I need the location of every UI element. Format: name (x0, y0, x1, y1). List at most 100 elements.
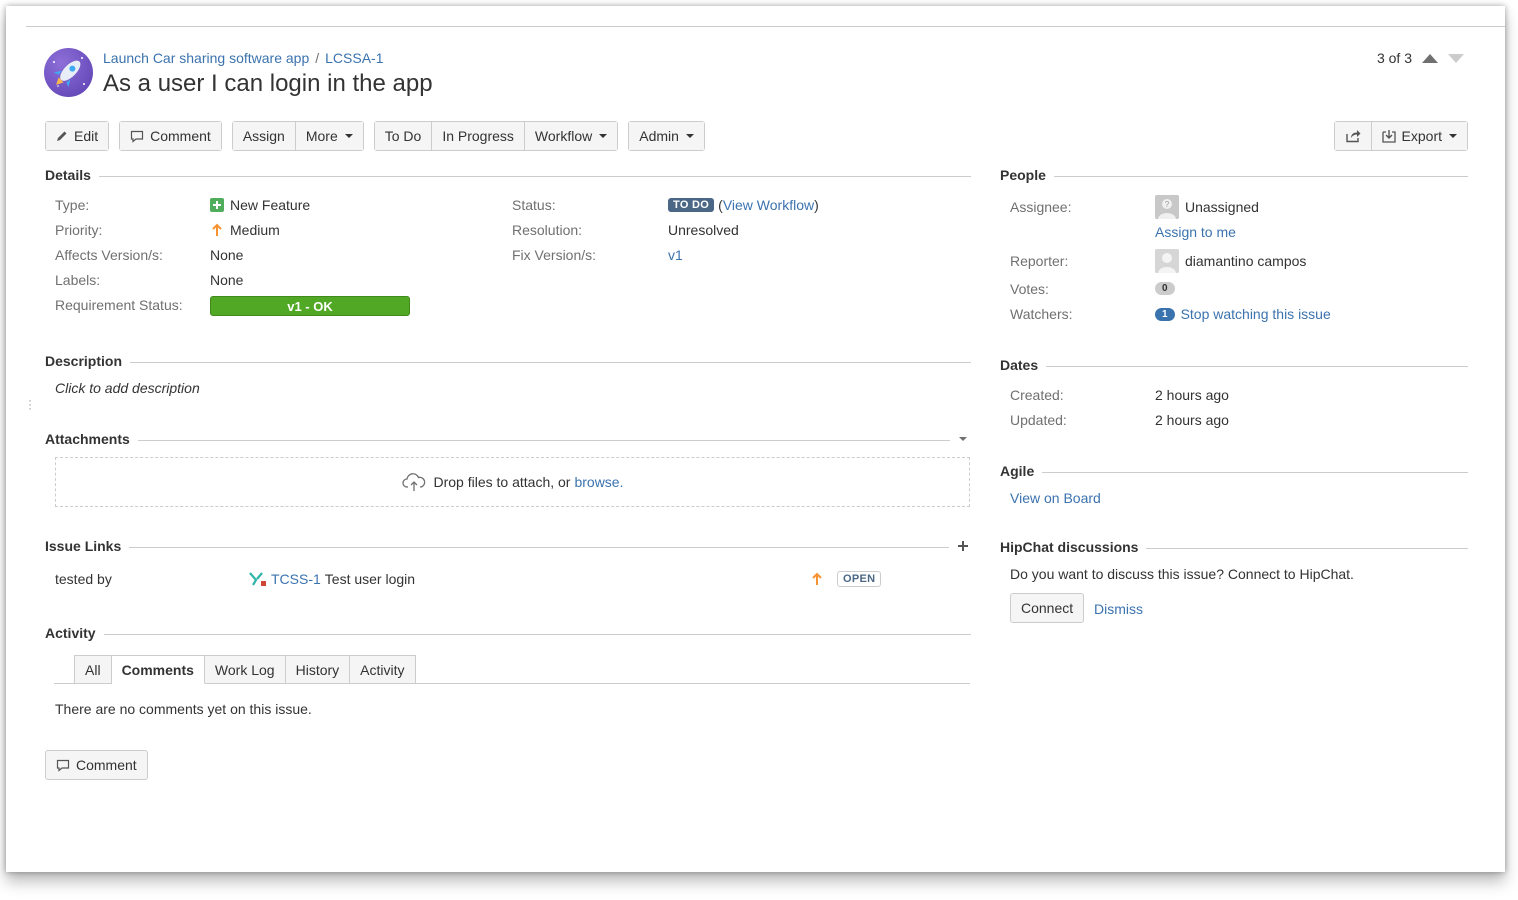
resolution-label: Resolution: (512, 222, 583, 238)
admin-dropdown[interactable]: Admin (629, 122, 704, 150)
todo-button-label: To Do (384, 128, 422, 144)
divider (1046, 365, 1468, 367)
watchers-count-badge[interactable]: 1 (1155, 307, 1175, 321)
assign-button[interactable]: Assign (232, 122, 295, 150)
attachments-module-header[interactable]: Attachments (45, 431, 971, 447)
activity-module-header[interactable]: Activity (45, 625, 971, 641)
fix-version-link[interactable]: v1 (668, 247, 683, 263)
share-icon (1345, 130, 1361, 143)
share-button[interactable] (1334, 122, 1371, 150)
pager-count: 3 of 3 (1376, 50, 1412, 66)
plus-icon[interactable] (957, 540, 969, 552)
hipchat-heading: HipChat discussions (1000, 539, 1139, 555)
tab-history[interactable]: History (285, 655, 351, 684)
labels-value[interactable]: None (210, 272, 243, 288)
chevron-down-icon (1449, 134, 1457, 138)
tab-all[interactable]: All (74, 655, 112, 684)
divider (1042, 471, 1468, 473)
cloud-upload-icon (401, 473, 425, 491)
requirement-status-bar[interactable]: v1 - OK (210, 296, 410, 316)
affects-version-value[interactable]: None (210, 247, 243, 263)
test-case-icon (249, 572, 266, 586)
connect-button[interactable]: Connect (1010, 593, 1085, 623)
admin-group: Admin (628, 121, 705, 151)
toolbar-right: Export (1333, 121, 1468, 151)
agile-module-header[interactable]: Agile (1000, 463, 1468, 479)
paren-close: ) (814, 197, 819, 213)
priority-value[interactable]: Medium (210, 222, 280, 238)
more-dropdown[interactable]: More (294, 122, 363, 150)
votes-label: Votes: (1010, 281, 1049, 297)
attachments-heading: Attachments (45, 431, 130, 447)
view-workflow-link[interactable]: View Workflow (723, 197, 814, 213)
in-progress-button[interactable]: In Progress (431, 122, 524, 150)
chevron-down-icon (344, 134, 353, 138)
tab-work-log[interactable]: Work Log (204, 655, 286, 684)
type-label: Type: (55, 197, 90, 213)
assignee-value[interactable]: ? Unassigned (1155, 195, 1259, 219)
reporter-name: diamantino campos (1185, 253, 1307, 269)
description-module-header[interactable]: Description (45, 353, 971, 369)
updated-label: Updated: (1010, 412, 1067, 428)
tab-comments[interactable]: Comments (111, 655, 205, 684)
chevron-down-icon[interactable] (959, 437, 967, 441)
view-on-board-link[interactable]: View on Board (1010, 490, 1101, 506)
next-issue-icon[interactable] (1448, 53, 1464, 63)
comment-button[interactable]: Comment (120, 122, 221, 150)
assignee-name: Unassigned (1185, 199, 1259, 215)
details-module-header[interactable]: Details (45, 167, 971, 183)
status-lozenge: TO DO (668, 198, 715, 212)
status-value: TO DO (View Workflow) (668, 197, 819, 213)
people-module-header[interactable]: People (1000, 167, 1468, 183)
issue-title[interactable]: As a user I can login in the app (103, 70, 433, 98)
reporter-avatar (1155, 249, 1179, 273)
fix-version-label: Fix Version/s: (512, 247, 597, 263)
comment-button-label: Comment (150, 128, 211, 144)
edit-button-label: Edit (74, 128, 99, 144)
export-dropdown[interactable]: Export (1370, 122, 1467, 150)
divider (137, 439, 950, 441)
priority-text: Medium (230, 222, 280, 238)
workflow-dropdown[interactable]: Workflow (523, 122, 618, 150)
description-placeholder[interactable]: Click to add description (55, 380, 200, 396)
linked-issue-key[interactable]: TCSS-1 (271, 571, 321, 587)
votes-count-badge: 0 (1155, 282, 1175, 295)
share-export-group: Export (1333, 121, 1468, 151)
dismiss-link[interactable]: Dismiss (1094, 601, 1143, 617)
project-breadcrumb-link[interactable]: Launch Car sharing software app (103, 50, 309, 66)
hipchat-module-header[interactable]: HipChat discussions (1000, 539, 1468, 555)
unknown-user-icon: ? (1155, 195, 1179, 219)
issue-links-module-header[interactable]: Issue Links (45, 538, 971, 554)
project-avatar[interactable] (44, 48, 93, 97)
browse-link[interactable]: browse. (574, 474, 623, 490)
edit-group: Edit (45, 121, 110, 151)
divider (103, 633, 971, 635)
add-comment-button[interactable]: Comment (45, 750, 148, 780)
watchers-value: 1 Stop watching this issue (1155, 306, 1331, 322)
tab-activity[interactable]: Activity (350, 655, 416, 684)
details-heading: Details (45, 167, 91, 183)
linked-issue-summary: Test user login (324, 571, 416, 587)
attachment-dropzone[interactable]: Drop files to attach, or browse. (55, 457, 970, 507)
todo-button[interactable]: To Do (374, 122, 432, 150)
assign-to-me-link[interactable]: Assign to me (1155, 224, 1236, 240)
previous-issue-icon[interactable] (1422, 53, 1438, 63)
divider (130, 361, 971, 363)
votes-value[interactable]: 0 (1155, 282, 1175, 295)
assignee-label: Assignee: (1010, 199, 1072, 215)
agile-heading: Agile (1000, 463, 1035, 479)
stop-watching-link[interactable]: Stop watching this issue (1181, 306, 1331, 322)
type-value[interactable]: New Feature (210, 197, 310, 213)
reporter-value[interactable]: diamantino campos (1155, 249, 1306, 273)
dropzone-text: Drop files to attach, or (433, 474, 571, 490)
export-dropdown-label: Export (1401, 128, 1442, 144)
new-feature-icon (210, 198, 224, 212)
watchers-label: Watchers: (1010, 306, 1073, 322)
no-comments-text: There are no comments yet on this issue. (55, 701, 312, 717)
edit-button[interactable]: Edit (46, 122, 109, 150)
resize-handle-icon[interactable]: · · · (28, 394, 32, 414)
activity-tabs: All Comments Work Log History Activity (74, 655, 416, 684)
dates-module-header[interactable]: Dates (1000, 357, 1468, 373)
issue-key-link[interactable]: LCSSA-1 (325, 50, 383, 66)
linked-issue-status-lozenge: OPEN (837, 571, 882, 587)
